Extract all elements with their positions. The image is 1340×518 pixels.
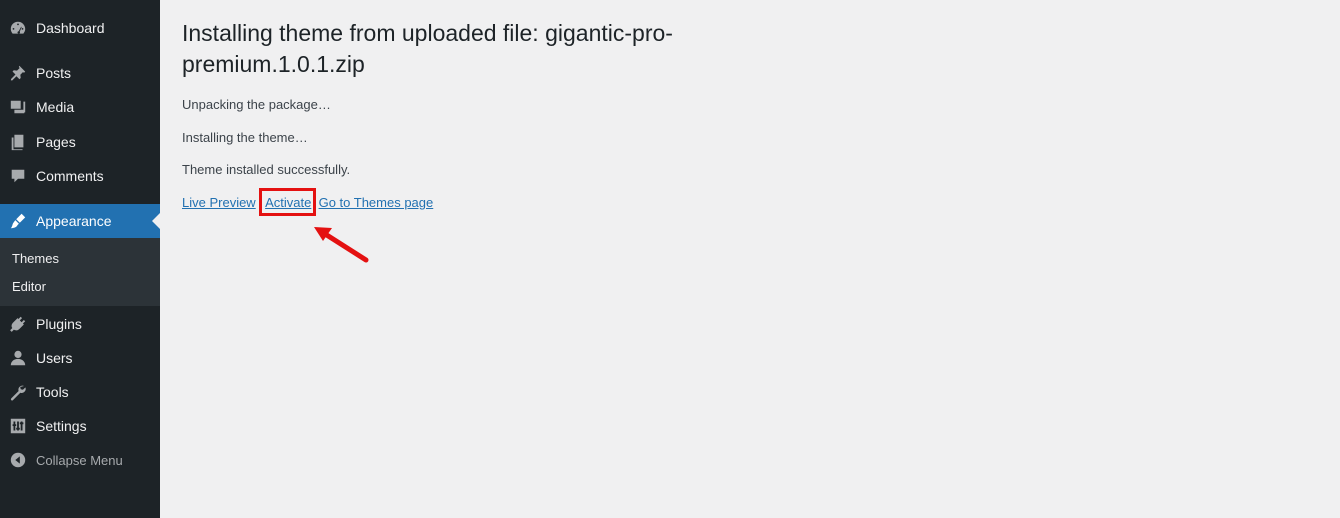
sidebar-item-label: Pages — [36, 134, 76, 150]
sidebar-item-dashboard[interactable]: Dashboard — [0, 11, 160, 45]
status-message: Installing the theme… — [182, 130, 308, 145]
status-message: Theme installed successfully. — [182, 162, 351, 177]
comment-icon — [0, 159, 36, 193]
sidebar-item-label: Comments — [36, 168, 104, 184]
page-title: Installing theme from uploaded file: gig… — [182, 20, 673, 77]
pages-icon — [0, 125, 36, 159]
sidebar-item-label: Media — [36, 99, 75, 115]
themes-page-link[interactable]: Go to Themes page — [319, 195, 434, 210]
sidebar-item-label: Collapse Menu — [36, 452, 123, 468]
sidebar-item-label: Posts — [36, 65, 72, 81]
plug-icon — [0, 307, 36, 341]
collapse-menu-button[interactable]: Collapse Menu — [0, 443, 160, 477]
sliders-icon — [0, 409, 36, 443]
submenu-item-themes[interactable]: Themes — [12, 251, 59, 266]
pin-icon — [0, 56, 36, 90]
sidebar-item-tools[interactable]: Tools — [0, 375, 160, 409]
wrench-icon — [0, 375, 36, 409]
status-message: Unpacking the package… — [182, 97, 331, 112]
sidebar-item-label: Tools — [36, 384, 69, 400]
sidebar-item-appearance[interactable]: Appearance — [0, 204, 160, 238]
sidebar-item-label: Users — [36, 350, 73, 366]
sidebar-item-comments[interactable]: Comments — [0, 159, 160, 193]
highlight-box — [259, 188, 316, 216]
sidebar-item-label: Appearance — [36, 213, 112, 229]
submenu-item-editor[interactable]: Editor — [12, 279, 46, 294]
sidebar-item-users[interactable]: Users — [0, 341, 160, 375]
sidebar-item-settings[interactable]: Settings — [0, 409, 160, 443]
user-icon — [0, 341, 36, 375]
brush-icon — [0, 204, 36, 238]
collapse-icon — [0, 443, 36, 477]
media-icon — [0, 90, 36, 124]
sidebar-item-posts[interactable]: Posts — [0, 56, 160, 90]
sidebar-item-plugins[interactable]: Plugins — [0, 307, 160, 341]
sidebar-item-pages[interactable]: Pages — [0, 125, 160, 159]
dashboard-icon — [0, 11, 36, 45]
live-preview-link[interactable]: Live Preview — [182, 195, 256, 210]
sidebar-item-label: Dashboard — [36, 20, 105, 36]
sidebar-item-label: Settings — [36, 418, 87, 434]
red-arrow-icon — [314, 227, 369, 263]
sidebar-item-label: Plugins — [36, 316, 82, 332]
appearance-submenu: Themes Editor — [0, 238, 160, 306]
admin-sidebar: Dashboard Posts Media Pages Comments App… — [0, 0, 160, 518]
sidebar-item-media[interactable]: Media — [0, 90, 160, 124]
